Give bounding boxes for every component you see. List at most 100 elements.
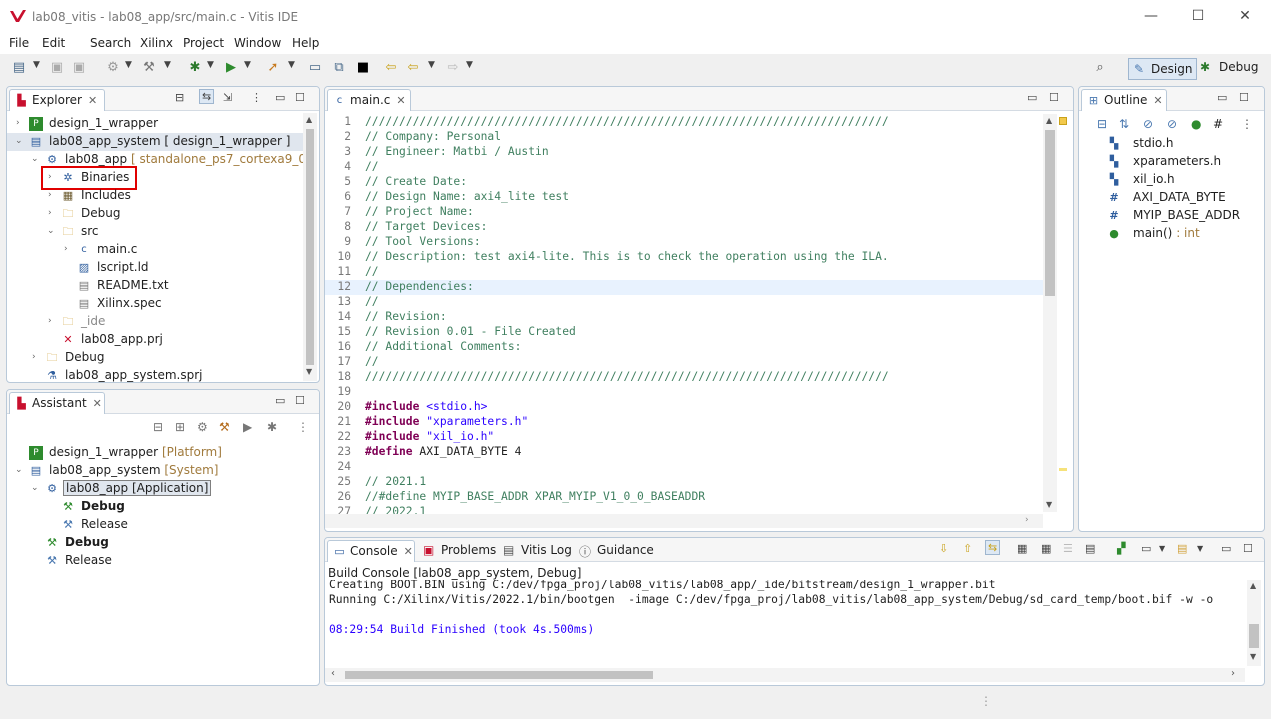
outline-item[interactable]: ● main() : int: [1079, 225, 1259, 243]
scroll-thumb[interactable]: [1045, 130, 1055, 296]
tab-outline[interactable]: ⊞ Outline ✕: [1081, 89, 1167, 111]
tree-item-src[interactable]: ⌄ 🗀 src: [7, 223, 307, 241]
code-line[interactable]: 17 //: [325, 355, 1043, 370]
chevron-down-icon[interactable]: ▼: [244, 60, 251, 70]
xsct-icon[interactable]: ⧉: [330, 59, 348, 77]
chevron-down-icon[interactable]: ⌄: [15, 136, 25, 146]
console-vscrollbar[interactable]: ▲ ▼: [1247, 580, 1261, 666]
chevron-up-icon[interactable]: ▲: [306, 115, 312, 124]
tree-item-ide[interactable]: › 🗀 _ide: [7, 313, 307, 331]
menu-search[interactable]: Search: [90, 36, 131, 50]
scroll-lock-icon[interactable]: ▦: [1017, 542, 1027, 555]
show-output-icon[interactable]: ☰: [1063, 542, 1073, 555]
collapse-all-icon[interactable]: ⊟: [175, 91, 184, 104]
code-line[interactable]: 24: [325, 460, 1043, 475]
run-icon[interactable]: ▶: [243, 420, 252, 434]
prev-error-icon[interactable]: ⇧: [963, 542, 972, 555]
chevron-up-icon[interactable]: ▲: [1250, 581, 1256, 590]
new-icon[interactable]: ▤: [10, 59, 28, 77]
code-line[interactable]: 10 // Description: test axi4-lite. This i…: [325, 250, 1043, 265]
chevron-right-icon[interactable]: ›: [32, 352, 42, 362]
tab-console[interactable]: ▭ Console ✕: [327, 540, 415, 562]
close-icon[interactable]: ✕: [1153, 94, 1162, 107]
console-output[interactable]: Creating BOOT.BIN using C:/dev/fpga_proj…: [325, 580, 1245, 666]
code-line[interactable]: 5 // Create Date:: [325, 175, 1043, 190]
code-line[interactable]: 15 // Revision 0.01 - File Created: [325, 325, 1043, 340]
chevron-down-icon[interactable]: ▼: [1197, 544, 1203, 553]
assistant-item-platform[interactable]: P design_1_wrapper [Platform]: [7, 444, 307, 462]
code-line[interactable]: 25 // 2021.1: [325, 475, 1043, 490]
hide-non-public-icon[interactable]: ●: [1191, 117, 1201, 131]
code-line[interactable]: 22 #include "xil_io.h": [325, 430, 1043, 445]
back-icon[interactable]: ⇦: [404, 59, 422, 77]
outline-item[interactable]: ▚ xparameters.h: [1079, 153, 1259, 171]
tab-guidance[interactable]: ⓘ Guidance: [579, 543, 654, 559]
tab-assistant[interactable]: ▙ Assistant ✕: [9, 392, 105, 414]
debug-bug-icon[interactable]: ✱: [267, 420, 277, 434]
chevron-right-icon[interactable]: ›: [64, 244, 74, 254]
code-line[interactable]: 27 // 2022.1: [325, 505, 1043, 514]
menu-project[interactable]: Project: [183, 36, 224, 50]
assistant-item-application[interactable]: ⌄ ⚙ lab08_app [Application]: [7, 480, 307, 498]
minimize-button[interactable]: —: [1141, 8, 1161, 26]
chevron-right-icon[interactable]: ›: [16, 118, 26, 128]
maximize-view-icon[interactable]: ☐: [1239, 91, 1249, 104]
outline-item[interactable]: ▚ stdio.h: [1079, 135, 1259, 153]
chevron-down-icon[interactable]: ▼: [306, 367, 312, 376]
scroll-thumb[interactable]: [306, 129, 314, 365]
overview-marker[interactable]: [1059, 117, 1067, 125]
code-line[interactable]: 13 //: [325, 295, 1043, 310]
menu-edit[interactable]: Edit: [42, 36, 65, 50]
menu-window[interactable]: Window: [234, 36, 281, 50]
code-line[interactable]: 12 // Dependencies:: [325, 280, 1043, 295]
scroll-thumb[interactable]: [1249, 624, 1259, 648]
code-line[interactable]: 1 ///////////////////////////////////////…: [325, 115, 1043, 130]
open-console-icon[interactable]: ▤: [1177, 542, 1187, 555]
outline-item[interactable]: # AXI_DATA_BYTE: [1079, 189, 1259, 207]
chevron-down-icon[interactable]: ▼: [288, 60, 295, 70]
code-line[interactable]: 18 //////////////////////////////////////…: [325, 370, 1043, 385]
save-icon[interactable]: ▣: [48, 59, 66, 77]
pin-console-icon[interactable]: ▞: [1117, 542, 1125, 555]
explorer-scrollbar[interactable]: ▲ ▼: [303, 113, 317, 381]
assistant-item-system-debug[interactable]: ⚒ Debug: [7, 534, 307, 552]
next-error-icon[interactable]: ⇩: [939, 542, 948, 555]
maximize-view-icon[interactable]: ☐: [1049, 91, 1059, 104]
minimize-view-icon[interactable]: ▭: [275, 394, 285, 407]
tree-item-debug-folder[interactable]: › 🗀 Debug: [7, 205, 307, 223]
chevron-down-icon[interactable]: ▼: [125, 60, 132, 70]
code-line[interactable]: 23 #define AXI_DATA_BYTE 4: [325, 445, 1043, 460]
chevron-down-icon[interactable]: ▼: [1250, 652, 1256, 661]
code-line[interactable]: 3 // Engineer: Matbi / Austin: [325, 145, 1043, 160]
tree-item-debug-system[interactable]: › 🗀 Debug: [7, 349, 307, 367]
sort-icon[interactable]: ⇅: [1119, 117, 1129, 131]
code-line[interactable]: 14 // Revision:: [325, 310, 1043, 325]
close-icon[interactable]: ✕: [396, 94, 405, 107]
chevron-down-icon[interactable]: ⌄: [47, 226, 57, 236]
maximize-view-icon[interactable]: ☐: [295, 91, 305, 104]
tab-explorer[interactable]: ▙ Explorer ✕: [9, 89, 105, 111]
code-line[interactable]: 6 // Design Name: axi4_lite test: [325, 190, 1043, 205]
chevron-down-icon[interactable]: ⌄: [15, 465, 25, 475]
link-editor-icon[interactable]: ⇆: [199, 89, 215, 104]
run-icon[interactable]: ▶: [222, 59, 240, 77]
chevron-down-icon[interactable]: ▼: [466, 60, 473, 70]
view-menu-icon[interactable]: ⋮: [1241, 117, 1253, 131]
chevron-down-icon[interactable]: ▼: [428, 60, 435, 70]
outline-item[interactable]: # MYIP_BASE_ADDR: [1079, 207, 1259, 225]
assistant-item-app-debug[interactable]: ⚒ Debug: [7, 498, 307, 516]
code-line[interactable]: 26 //#define MYIP_BASE_ADDR XPAR_MYIP_V1_…: [325, 490, 1043, 505]
collapse-all-icon[interactable]: ⊟: [1097, 117, 1107, 131]
minimize-view-icon[interactable]: ▭: [1027, 91, 1037, 104]
collapse-all-icon[interactable]: ⊟: [153, 420, 163, 434]
link-icon[interactable]: ⇆: [985, 540, 1001, 555]
import-icon[interactable]: ⇲: [223, 91, 232, 104]
menu-xilinx[interactable]: Xilinx: [140, 36, 173, 50]
minimize-view-icon[interactable]: ▭: [1221, 542, 1231, 555]
close-button[interactable]: ✕: [1235, 8, 1255, 26]
code-line[interactable]: 8 // Target Devices:: [325, 220, 1043, 235]
code-line[interactable]: 21 #include "xparameters.h": [325, 415, 1043, 430]
code-line[interactable]: 7 // Project Name:: [325, 205, 1043, 220]
chevron-down-icon[interactable]: ▼: [1159, 544, 1165, 553]
expand-all-icon[interactable]: ⊞: [175, 420, 185, 434]
